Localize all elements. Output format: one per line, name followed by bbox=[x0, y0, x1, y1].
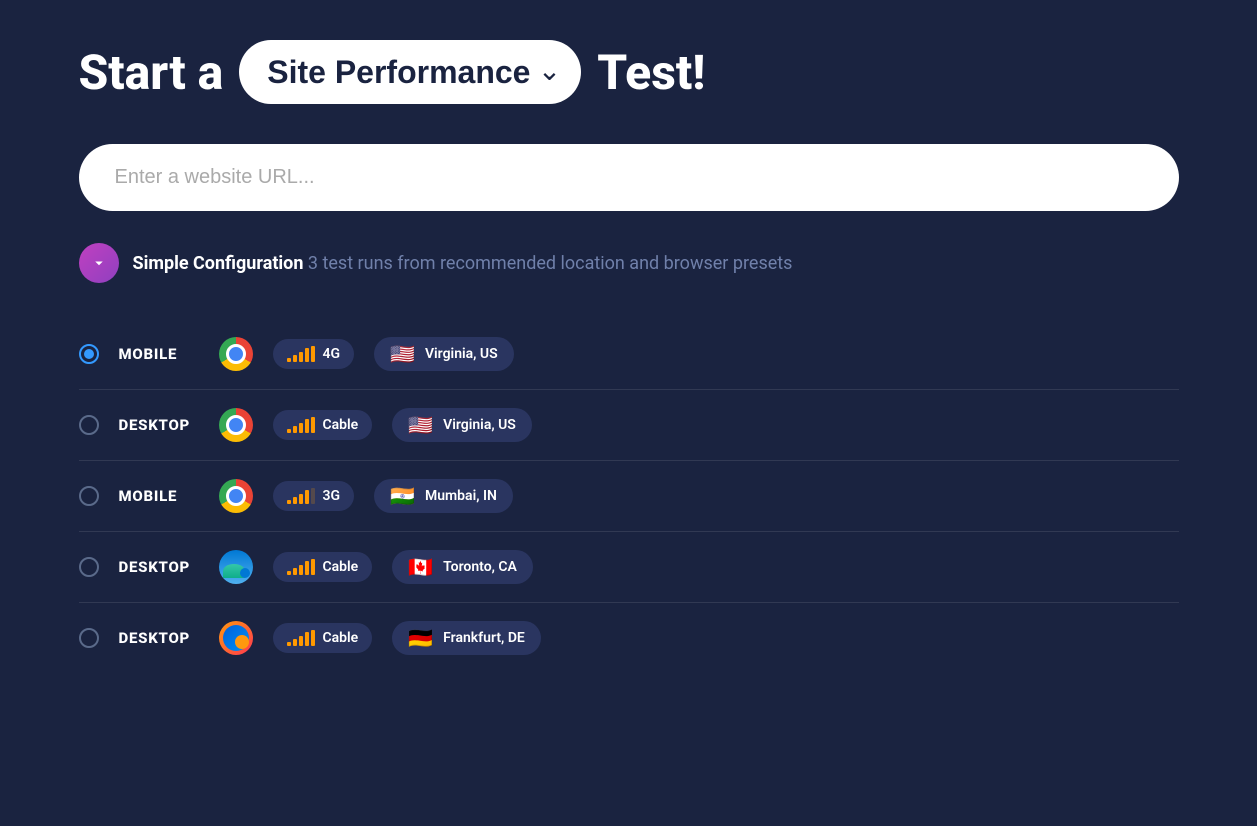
chrome-icon bbox=[219, 408, 253, 442]
location-badge-0: 🇺🇸 Virginia, US bbox=[374, 337, 514, 371]
test-rows-list: MOBILE 4G 🇺🇸 Virginia, US DESKTOP Cable … bbox=[79, 319, 1179, 673]
test-text: Test! bbox=[597, 44, 705, 101]
radio-button-0[interactable] bbox=[79, 344, 99, 364]
signal-bars-0 bbox=[287, 346, 315, 362]
config-toggle-button[interactable] bbox=[79, 243, 119, 283]
signal-bars-4 bbox=[287, 630, 315, 646]
radio-button-1[interactable] bbox=[79, 415, 99, 435]
location-badge-3: 🇨🇦 Toronto, CA bbox=[392, 550, 533, 584]
test-row[interactable]: DESKTOP Cable 🇨🇦 Toronto, CA bbox=[79, 532, 1179, 603]
flag-icon-4: 🇩🇪 bbox=[408, 628, 433, 648]
start-text: Start a bbox=[79, 44, 224, 101]
header: Start a Site PerformanceUptimeTraceroute… bbox=[79, 40, 1179, 104]
url-input[interactable] bbox=[79, 144, 1179, 211]
signal-label-4: Cable bbox=[323, 630, 359, 646]
flag-icon-2: 🇮🇳 bbox=[390, 486, 415, 506]
test-type-dropdown-wrapper[interactable]: Site PerformanceUptimeTraceroute bbox=[239, 40, 581, 104]
flag-icon-1: 🇺🇸 bbox=[408, 415, 433, 435]
chrome-icon bbox=[219, 337, 253, 371]
location-label-1: Virginia, US bbox=[443, 417, 516, 433]
flag-icon-0: 🇺🇸 bbox=[390, 344, 415, 364]
main-container: Start a Site PerformanceUptimeTraceroute… bbox=[79, 40, 1179, 673]
edge-icon bbox=[219, 550, 253, 584]
signal-bars-3 bbox=[287, 559, 315, 575]
device-label-1: DESKTOP bbox=[119, 416, 199, 434]
url-input-wrapper bbox=[79, 144, 1179, 211]
location-label-0: Virginia, US bbox=[425, 346, 498, 362]
location-label-3: Toronto, CA bbox=[443, 559, 517, 575]
firefox-icon bbox=[219, 621, 253, 655]
simple-config-section: Simple Configuration 3 test runs from re… bbox=[79, 243, 1179, 283]
device-label-0: MOBILE bbox=[119, 345, 199, 363]
test-type-dropdown[interactable]: Site PerformanceUptimeTraceroute bbox=[239, 40, 581, 104]
device-label-3: DESKTOP bbox=[119, 558, 199, 576]
signal-badge-4: Cable bbox=[273, 623, 373, 653]
signal-label-1: Cable bbox=[323, 417, 359, 433]
chevron-down-icon bbox=[90, 254, 108, 272]
signal-bars-1 bbox=[287, 417, 315, 433]
location-label-2: Mumbai, IN bbox=[425, 488, 497, 504]
radio-button-2[interactable] bbox=[79, 486, 99, 506]
chrome-icon bbox=[219, 479, 253, 513]
device-label-2: MOBILE bbox=[119, 487, 199, 505]
location-badge-4: 🇩🇪 Frankfurt, DE bbox=[392, 621, 541, 655]
flag-icon-3: 🇨🇦 bbox=[408, 557, 433, 577]
radio-button-3[interactable] bbox=[79, 557, 99, 577]
test-row[interactable]: DESKTOP Cable 🇺🇸 Virginia, US bbox=[79, 390, 1179, 461]
radio-button-4[interactable] bbox=[79, 628, 99, 648]
signal-bars-2 bbox=[287, 488, 315, 504]
config-light-label: 3 test runs from recommended location an… bbox=[303, 253, 792, 274]
signal-badge-0: 4G bbox=[273, 339, 355, 369]
signal-label-3: Cable bbox=[323, 559, 359, 575]
signal-badge-1: Cable bbox=[273, 410, 373, 440]
config-bold-label: Simple Configuration bbox=[133, 253, 304, 274]
test-row[interactable]: MOBILE 3G 🇮🇳 Mumbai, IN bbox=[79, 461, 1179, 532]
signal-badge-3: Cable bbox=[273, 552, 373, 582]
test-row[interactable]: DESKTOP Cable 🇩🇪 Frankfurt, DE bbox=[79, 603, 1179, 673]
device-label-4: DESKTOP bbox=[119, 629, 199, 647]
location-badge-1: 🇺🇸 Virginia, US bbox=[392, 408, 532, 442]
location-badge-2: 🇮🇳 Mumbai, IN bbox=[374, 479, 513, 513]
location-label-4: Frankfurt, DE bbox=[443, 630, 525, 646]
signal-badge-2: 3G bbox=[273, 481, 355, 511]
signal-label-2: 3G bbox=[323, 488, 341, 504]
config-label: Simple Configuration 3 test runs from re… bbox=[133, 253, 793, 274]
test-row[interactable]: MOBILE 4G 🇺🇸 Virginia, US bbox=[79, 319, 1179, 390]
signal-label-0: 4G bbox=[323, 346, 341, 362]
